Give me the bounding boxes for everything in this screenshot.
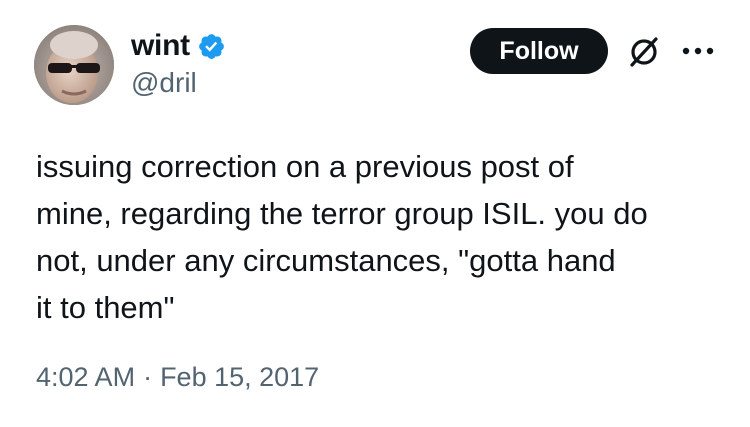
tweet-date: Feb 15, 2017 bbox=[160, 362, 320, 392]
tweet-timestamp[interactable]: 4:02 AM · Feb 15, 2017 bbox=[36, 362, 319, 393]
tweet-time: 4:02 AM bbox=[36, 362, 136, 392]
avatar[interactable] bbox=[34, 25, 114, 105]
verified-badge-icon[interactable] bbox=[197, 32, 226, 61]
avatar-image bbox=[34, 25, 114, 105]
tweet-text: issuing correction on a previous post of… bbox=[36, 149, 648, 325]
follow-button[interactable]: Follow bbox=[470, 28, 608, 74]
meta-separator: · bbox=[143, 362, 153, 392]
more-horizontal-icon[interactable] bbox=[679, 37, 717, 65]
slashed-circle-icon[interactable] bbox=[625, 32, 663, 70]
display-name[interactable]: wint bbox=[131, 29, 190, 63]
author-info: wint @dril bbox=[131, 28, 226, 99]
display-name-row: wint bbox=[131, 28, 226, 64]
user-handle[interactable]: @dril bbox=[131, 67, 226, 99]
tweet-card: wint @dril Follow issuing correction on … bbox=[0, 0, 750, 427]
